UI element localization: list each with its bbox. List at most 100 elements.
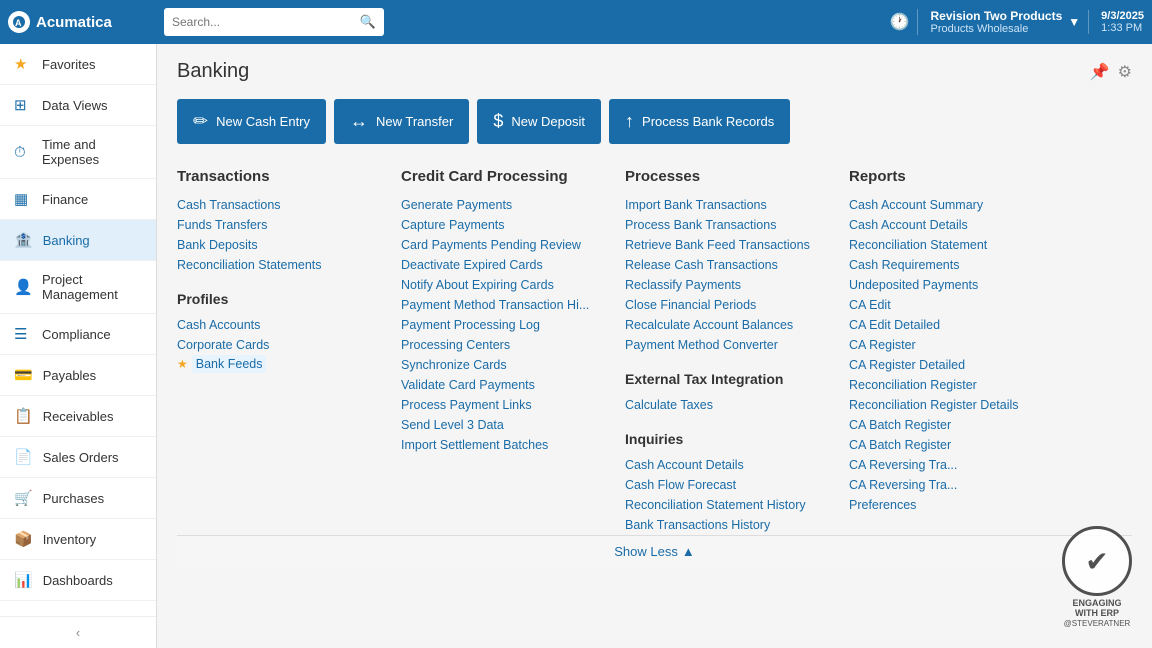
- process-bank-records-button[interactable]: ↑ Process Bank Records: [609, 99, 790, 144]
- new-cash-entry-button[interactable]: ✏ New Cash Entry: [177, 99, 326, 144]
- search-input[interactable]: [172, 15, 354, 29]
- link-cash-account-details-rep[interactable]: Cash Account Details: [849, 215, 1049, 235]
- history-icon[interactable]: 🕐: [890, 12, 910, 32]
- date-value: 9/3/2025: [1101, 10, 1144, 22]
- link-reconciliation-statement-rep[interactable]: Reconciliation Statement: [849, 235, 1049, 255]
- compliance-icon: ☰: [14, 325, 32, 343]
- sidebar-item-banking[interactable]: 🏦 Banking: [0, 220, 156, 261]
- link-capture-payments[interactable]: Capture Payments: [401, 215, 601, 235]
- link-synchronize-cards[interactable]: Synchronize Cards: [401, 355, 601, 375]
- data-views-icon: ⊞: [14, 96, 32, 114]
- link-ca-edit-detailed[interactable]: CA Edit Detailed: [849, 315, 1049, 335]
- link-notify-expiring-cards[interactable]: Notify About Expiring Cards: [401, 275, 601, 295]
- sidebar-label-sales-orders: Sales Orders: [43, 450, 119, 465]
- show-less-bar[interactable]: Show Less ▲: [177, 535, 1132, 567]
- link-retrieve-bank-feed-transactions[interactable]: Retrieve Bank Feed Transactions: [625, 235, 825, 255]
- watermark-circle: ✔: [1062, 526, 1132, 596]
- payables-icon: 💳: [14, 366, 33, 384]
- content-area: Banking 📌 ⚙ ✏ New Cash Entry ↔ New Trans…: [157, 44, 1152, 648]
- sidebar-item-sales-orders[interactable]: 📄 Sales Orders: [0, 437, 156, 478]
- link-bank-feeds[interactable]: Bank Feeds: [192, 355, 267, 373]
- link-ca-batch-register[interactable]: CA Batch Register: [849, 415, 1049, 435]
- topbar-company: Revision Two Products Products Wholesale…: [917, 9, 1080, 35]
- link-reconciliation-statement-history[interactable]: Reconciliation Statement History: [625, 495, 825, 515]
- link-calculate-taxes[interactable]: Calculate Taxes: [625, 395, 825, 415]
- sub-name: Products Wholesale: [930, 23, 1062, 35]
- link-generate-payments[interactable]: Generate Payments: [401, 195, 601, 215]
- new-transfer-button[interactable]: ↔ New Transfer: [334, 99, 469, 144]
- project-mgmt-icon: 👤: [14, 278, 32, 296]
- time-expenses-icon: ⏱: [14, 144, 32, 161]
- link-reconciliation-register[interactable]: Reconciliation Register: [849, 375, 1049, 395]
- link-corporate-cards[interactable]: Corporate Cards: [177, 335, 377, 355]
- new-cash-entry-icon: ✏: [193, 111, 208, 132]
- link-preferences[interactable]: Preferences: [849, 495, 1049, 515]
- topbar: A Acumatica 🔍 🕐 Revision Two Products Pr…: [0, 0, 1152, 44]
- link-payment-processing-log[interactable]: Payment Processing Log: [401, 315, 601, 335]
- link-ca-register-detailed[interactable]: CA Register Detailed: [849, 355, 1049, 375]
- link-reconciliation-register-details[interactable]: Reconciliation Register Details: [849, 395, 1049, 415]
- settings-icon[interactable]: ⚙: [1118, 62, 1132, 82]
- link-ca-edit[interactable]: CA Edit: [849, 295, 1049, 315]
- link-ca-batch-register-2[interactable]: CA Batch Register: [849, 435, 1049, 455]
- sidebar-item-finance[interactable]: ▦ Finance: [0, 179, 156, 220]
- sidebar-item-receivables[interactable]: 📋 Receivables: [0, 396, 156, 437]
- col-credit-card: Credit Card Processing Generate Payments…: [401, 168, 601, 535]
- link-undeposited-payments[interactable]: Undeposited Payments: [849, 275, 1049, 295]
- link-import-bank-transactions[interactable]: Import Bank Transactions: [625, 195, 825, 215]
- credit-card-title: Credit Card Processing: [401, 168, 601, 185]
- process-bank-records-icon: ↑: [625, 111, 634, 132]
- collapse-icon: ‹: [76, 625, 80, 640]
- link-processing-centers[interactable]: Processing Centers: [401, 335, 601, 355]
- process-bank-records-label: Process Bank Records: [642, 114, 774, 129]
- watermark-text: ENGAGINGWITH ERP@STEVERATNER: [1064, 598, 1131, 628]
- sidebar-item-payables[interactable]: 💳 Payables: [0, 355, 156, 396]
- link-release-cash-transactions[interactable]: Release Cash Transactions: [625, 255, 825, 275]
- sidebar-item-project-mgmt[interactable]: 👤 Project Management: [0, 261, 156, 314]
- link-card-payments-pending-review[interactable]: Card Payments Pending Review: [401, 235, 601, 255]
- pin-icon[interactable]: 📌: [1090, 62, 1110, 82]
- sidebar-item-compliance[interactable]: ☰ Compliance: [0, 314, 156, 355]
- link-process-bank-transactions[interactable]: Process Bank Transactions: [625, 215, 825, 235]
- sidebar-item-dashboards[interactable]: 📊 Dashboards: [0, 560, 156, 601]
- link-bank-deposits[interactable]: Bank Deposits: [177, 235, 377, 255]
- sidebar-item-inventory[interactable]: 📦 Inventory: [0, 519, 156, 560]
- link-process-payment-links[interactable]: Process Payment Links: [401, 395, 601, 415]
- sales-orders-icon: 📄: [14, 448, 33, 466]
- link-reclassify-payments[interactable]: Reclassify Payments: [625, 275, 825, 295]
- link-cash-requirements[interactable]: Cash Requirements: [849, 255, 1049, 275]
- new-deposit-button[interactable]: $ New Deposit: [477, 99, 601, 144]
- show-less-label: Show Less: [614, 544, 678, 559]
- link-send-level-3-data[interactable]: Send Level 3 Data: [401, 415, 601, 435]
- link-reconciliation-statements[interactable]: Reconciliation Statements: [177, 255, 377, 275]
- sidebar-item-favorites[interactable]: ★ Favorites: [0, 44, 156, 85]
- sidebar-item-purchases[interactable]: 🛒 Purchases: [0, 478, 156, 519]
- link-cash-account-details-inq[interactable]: Cash Account Details: [625, 455, 825, 475]
- link-cash-account-summary[interactable]: Cash Account Summary: [849, 195, 1049, 215]
- sidebar-item-data-views[interactable]: ⊞ Data Views: [0, 85, 156, 126]
- link-payment-method-converter[interactable]: Payment Method Converter: [625, 335, 825, 355]
- link-ca-register[interactable]: CA Register: [849, 335, 1049, 355]
- link-close-financial-periods[interactable]: Close Financial Periods: [625, 295, 825, 315]
- link-cash-accounts[interactable]: Cash Accounts: [177, 315, 377, 335]
- sidebar: ★ Favorites ⊞ Data Views ⏱ Time and Expe…: [0, 44, 157, 648]
- sidebar-label-receivables: Receivables: [43, 409, 114, 424]
- link-payment-method-transaction[interactable]: Payment Method Transaction Hi...: [401, 295, 601, 315]
- transactions-title: Transactions: [177, 168, 377, 185]
- link-import-settlement-batches[interactable]: Import Settlement Batches: [401, 435, 601, 455]
- link-recalculate-account-balances[interactable]: Recalculate Account Balances: [625, 315, 825, 335]
- link-validate-card-payments[interactable]: Validate Card Payments: [401, 375, 601, 395]
- sidebar-label-inventory: Inventory: [43, 532, 96, 547]
- company-dropdown-icon[interactable]: ▼: [1068, 15, 1080, 29]
- sidebar-item-time-expenses[interactable]: ⏱ Time and Expenses: [0, 126, 156, 179]
- link-deactivate-expired-cards[interactable]: Deactivate Expired Cards: [401, 255, 601, 275]
- sidebar-collapse-button[interactable]: ‹: [0, 616, 156, 648]
- sidebar-label-data-views: Data Views: [42, 98, 108, 113]
- col-processes: Processes Import Bank Transactions Proce…: [625, 168, 825, 535]
- link-bank-transactions-history[interactable]: Bank Transactions History: [625, 515, 825, 535]
- link-cash-transactions[interactable]: Cash Transactions: [177, 195, 377, 215]
- link-cash-flow-forecast[interactable]: Cash Flow Forecast: [625, 475, 825, 495]
- link-funds-transfers[interactable]: Funds Transfers: [177, 215, 377, 235]
- link-ca-reversing-tra-2[interactable]: CA Reversing Tra...: [849, 475, 1049, 495]
- link-ca-reversing-tra-1[interactable]: CA Reversing Tra...: [849, 455, 1049, 475]
